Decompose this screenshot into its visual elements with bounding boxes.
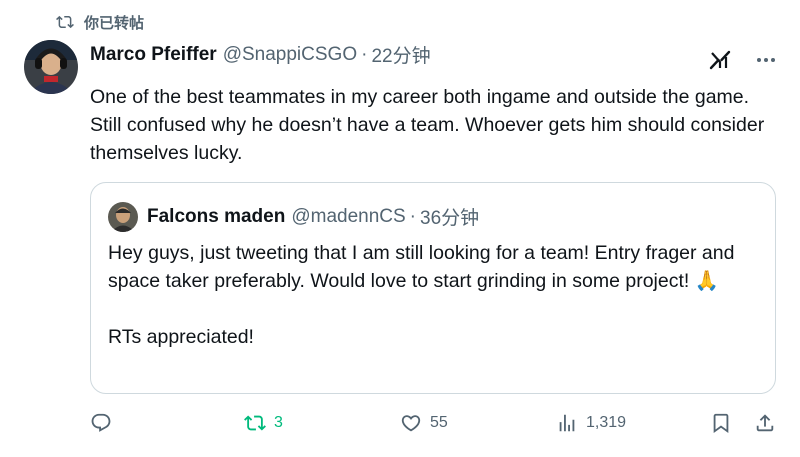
tweet-timestamp[interactable]: 22分钟	[371, 41, 430, 68]
retweet-icon	[244, 415, 266, 431]
retweet-button[interactable]: 3	[244, 412, 283, 434]
separator-dot: ·	[409, 205, 416, 227]
quoted-tweet-timestamp[interactable]: 36分钟	[420, 203, 479, 230]
quoted-tweet-header: Falcons maden @madennCS · 36分钟	[147, 203, 479, 230]
quoted-tweet-text: Hey guys, just tweeting that I am still …	[108, 239, 768, 351]
bookmark-icon	[713, 413, 729, 434]
quoted-text-paragraph-1: Hey guys, just tweeting that I am still …	[108, 242, 735, 292]
share-button[interactable]	[754, 412, 776, 434]
repost-icon	[56, 15, 74, 29]
quoted-text-paragraph-2: RTs appreciated!	[108, 326, 254, 348]
quoted-author-name[interactable]: Falcons maden	[147, 206, 285, 228]
grok-icon[interactable]	[708, 48, 732, 72]
heart-icon	[401, 415, 421, 432]
quoted-tweet[interactable]: Falcons maden @madennCS · 36分钟 Hey guys,…	[90, 182, 776, 394]
quoted-author-handle[interactable]: @madennCS	[291, 206, 405, 228]
author-avatar[interactable]	[24, 40, 78, 94]
quoted-author-avatar[interactable]	[108, 202, 138, 232]
share-icon	[756, 414, 774, 432]
retweet-count: 3	[274, 414, 283, 431]
tweet-action-bar: 3 55 1,319	[90, 412, 782, 442]
views-icon	[559, 414, 575, 432]
separator-dot: ·	[361, 43, 368, 65]
author-name[interactable]: Marco Pfeiffer	[90, 44, 217, 66]
tweet-header: Marco Pfeiffer @SnappiCSGO · 22分钟	[90, 41, 431, 68]
reposted-indicator: 你已转帖	[56, 12, 144, 32]
views-count: 1,319	[586, 414, 627, 431]
tweet-text: One of the best teammates in my career b…	[90, 86, 765, 164]
like-button[interactable]: 55	[400, 412, 448, 434]
more-options-icon[interactable]	[754, 48, 778, 72]
reply-icon	[91, 413, 111, 432]
like-count: 55	[430, 414, 448, 431]
tweet-top-actions	[708, 48, 778, 72]
reposted-label: 你已转帖	[84, 14, 145, 32]
author-handle[interactable]: @SnappiCSGO	[223, 44, 357, 66]
bookmark-button[interactable]	[710, 412, 732, 434]
reply-button[interactable]	[90, 412, 112, 434]
views-button[interactable]: 1,319	[556, 412, 626, 434]
